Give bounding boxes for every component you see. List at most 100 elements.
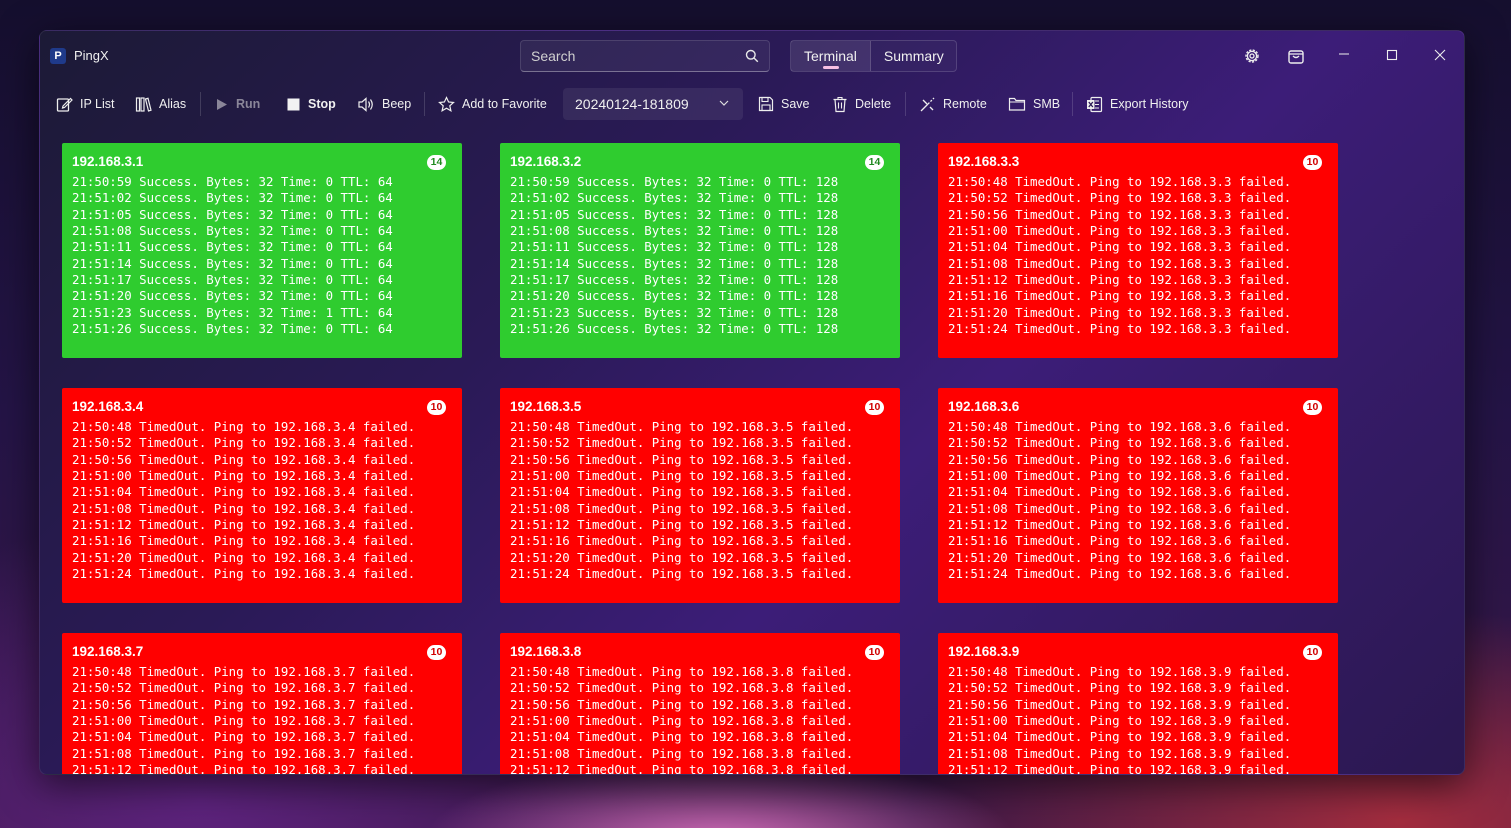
log-line: 21:50:48 TimedOut. Ping to 192.168.3.3 f… <box>948 174 1292 189</box>
log-line: 21:51:08 TimedOut. Ping to 192.168.3.7 f… <box>72 745 416 761</box>
toolbar-separator <box>1072 92 1073 116</box>
chevron-down-icon <box>719 100 729 106</box>
log-line: 21:51:20 TimedOut. Ping to 192.168.3.4 f… <box>72 549 416 565</box>
library-icon <box>135 96 152 112</box>
count-badge: 10 <box>427 645 446 660</box>
ping-card[interactable]: 192.168.3.7 10 21:50:48 TimedOut. Ping to … <box>62 633 462 774</box>
log-line: 21:51:12 TimedOut. Ping to 192.168.3.3 f… <box>948 272 1292 288</box>
log-line: 21:51:20 TimedOut. Ping to 192.168.3.5 f… <box>510 549 854 565</box>
log-line: 21:50:48 TimedOut. Ping to 192.168.3.9 f… <box>948 664 1292 679</box>
log-line: 21:51:08 TimedOut. Ping to 192.168.3.4 f… <box>72 500 416 516</box>
count-badge: 10 <box>427 400 446 415</box>
remote-button[interactable]: Remote <box>919 83 987 125</box>
ping-card[interactable]: 192.168.3.5 10 21:50:48 TimedOut. Ping to … <box>500 388 900 603</box>
alias-label: Alias <box>159 97 187 111</box>
log-line: 21:50:52 TimedOut. Ping to 192.168.3.8 f… <box>510 680 854 696</box>
log-line: 21:50:52 TimedOut. Ping to 192.168.3.7 f… <box>72 680 416 696</box>
ping-card[interactable]: 192.168.3.4 10 21:50:48 TimedOut. Ping to … <box>62 388 462 603</box>
smb-label: SMB <box>1033 97 1061 111</box>
run-button[interactable]: Run <box>214 83 260 125</box>
stop-icon <box>287 98 300 110</box>
star-icon <box>438 95 455 112</box>
log-line: 21:51:00 TimedOut. Ping to 192.168.3.3 f… <box>948 223 1292 239</box>
log-line: 21:51:14 Success. Bytes: 32 Time: 0 TTL:… <box>72 255 393 271</box>
log-line: 21:51:00 TimedOut. Ping to 192.168.3.9 f… <box>948 713 1292 729</box>
log-line: 21:51:00 TimedOut. Ping to 192.168.3.7 f… <box>72 713 416 729</box>
export-history-button[interactable]: Export History <box>1086 83 1189 125</box>
log-line: 21:50:48 TimedOut. Ping to 192.168.3.6 f… <box>948 419 1292 434</box>
log-line: 21:50:56 TimedOut. Ping to 192.168.3.3 f… <box>948 206 1292 222</box>
ping-card[interactable]: 192.168.3.1 14 21:50:59 Success. Bytes: 32… <box>62 143 462 358</box>
log-line: 21:50:52 TimedOut. Ping to 192.168.3.5 f… <box>510 435 854 451</box>
log-line: 21:51:16 TimedOut. Ping to 192.168.3.6 f… <box>948 533 1292 549</box>
card-ip-title: 192.168.3.7 <box>72 644 144 659</box>
search-input[interactable] <box>521 41 769 71</box>
app-logo-icon: P <box>50 48 66 64</box>
log-line: 21:51:20 TimedOut. Ping to 192.168.3.6 f… <box>948 549 1292 565</box>
delete-button[interactable]: Delete <box>832 83 891 125</box>
close-icon[interactable] <box>1429 45 1451 67</box>
title-bar: P PingX Terminal Summary <box>40 31 1464 81</box>
search-icon[interactable] <box>745 49 759 63</box>
ping-card[interactable]: 192.168.3.6 10 21:50:48 TimedOut. Ping to … <box>938 388 1338 603</box>
log-line: 21:51:00 TimedOut. Ping to 192.168.3.4 f… <box>72 468 416 484</box>
log-line: 21:50:56 TimedOut. Ping to 192.168.3.7 f… <box>72 696 416 712</box>
history-dropdown[interactable]: 20240124-181809 <box>563 88 743 120</box>
log-line: 21:51:12 TimedOut. Ping to 192.168.3.5 f… <box>510 517 854 533</box>
smb-button[interactable]: SMB <box>1008 83 1060 125</box>
card-ip-title: 192.168.3.4 <box>72 399 144 414</box>
store-bag-icon[interactable] <box>1285 45 1307 67</box>
card-ip-title: 192.168.3.6 <box>948 399 1020 414</box>
folder-icon <box>1008 97 1026 111</box>
stop-button[interactable]: Stop <box>286 83 336 125</box>
history-selected-value: 20240124-181809 <box>575 96 689 112</box>
log-line: 21:51:02 Success. Bytes: 32 Time: 0 TTL:… <box>510 190 839 206</box>
log-line: 21:51:04 TimedOut. Ping to 192.168.3.6 f… <box>948 484 1292 500</box>
count-badge: 10 <box>1303 155 1322 170</box>
log-line: 21:51:17 Success. Bytes: 32 Time: 0 TTL:… <box>72 272 393 288</box>
log-line: 21:51:05 Success. Bytes: 32 Time: 0 TTL:… <box>510 206 839 222</box>
ping-card[interactable]: 192.168.3.8 10 21:50:48 TimedOut. Ping to … <box>500 633 900 774</box>
card-ip-title: 192.168.3.1 <box>72 154 144 169</box>
minimize-icon[interactable] <box>1333 45 1355 67</box>
log-line: 21:51:02 Success. Bytes: 32 Time: 0 TTL:… <box>72 190 393 206</box>
log-line: 21:50:59 Success. Bytes: 32 Time: 0 TTL:… <box>510 174 839 189</box>
log-line: 21:51:04 TimedOut. Ping to 192.168.3.4 f… <box>72 484 416 500</box>
ping-card[interactable]: 192.168.3.3 10 21:50:48 TimedOut. Ping to … <box>938 143 1338 358</box>
log-line: 21:50:52 TimedOut. Ping to 192.168.3.9 f… <box>948 680 1292 696</box>
ping-card[interactable]: 192.168.3.9 10 21:50:48 TimedOut. Ping to … <box>938 633 1338 774</box>
edit-icon <box>56 97 73 112</box>
log-line: 21:51:20 TimedOut. Ping to 192.168.3.3 f… <box>948 304 1292 320</box>
excel-icon <box>1087 96 1103 112</box>
log-line: 21:51:20 Success. Bytes: 32 Time: 0 TTL:… <box>510 288 839 304</box>
log-line: 21:51:24 TimedOut. Ping to 192.168.3.6 f… <box>948 566 1292 582</box>
log-line: 21:51:05 Success. Bytes: 32 Time: 0 TTL:… <box>72 206 393 222</box>
add-to-favorite-button[interactable]: Add to Favorite <box>438 83 547 125</box>
log-line: 21:51:14 Success. Bytes: 32 Time: 0 TTL:… <box>510 255 839 271</box>
beep-button[interactable]: Beep <box>357 83 411 125</box>
toolbar-separator <box>200 92 201 116</box>
log-line: 21:51:11 Success. Bytes: 32 Time: 0 TTL:… <box>72 239 393 255</box>
save-button[interactable]: Save <box>758 83 810 125</box>
alias-button[interactable]: Alias <box>135 83 186 125</box>
log-line: 21:51:00 TimedOut. Ping to 192.168.3.6 f… <box>948 468 1292 484</box>
settings-gear-icon[interactable] <box>1241 45 1263 67</box>
log-line: 21:50:56 TimedOut. Ping to 192.168.3.5 f… <box>510 451 854 467</box>
log-line: 21:51:26 Success. Bytes: 32 Time: 0 TTL:… <box>72 321 393 337</box>
log-line: 21:50:52 TimedOut. Ping to 192.168.3.3 f… <box>948 190 1292 206</box>
tab-summary[interactable]: Summary <box>871 41 957 71</box>
count-badge: 10 <box>1303 645 1322 660</box>
ip-list-button[interactable]: IP List <box>56 83 115 125</box>
trash-icon <box>833 96 847 112</box>
log-line: 21:50:59 Success. Bytes: 32 Time: 0 TTL:… <box>72 174 393 189</box>
save-label: Save <box>781 97 810 111</box>
log-line: 21:51:12 TimedOut. Ping to 192.168.3.6 f… <box>948 517 1292 533</box>
log-line: 21:50:48 TimedOut. Ping to 192.168.3.4 f… <box>72 419 416 434</box>
log-line: 21:51:23 Success. Bytes: 32 Time: 1 TTL:… <box>72 304 393 320</box>
ping-card[interactable]: 192.168.3.2 14 21:50:59 Success. Bytes: 32… <box>500 143 900 358</box>
search-box[interactable] <box>520 40 770 72</box>
log-line: 21:51:24 TimedOut. Ping to 192.168.3.3 f… <box>948 321 1292 337</box>
maximize-icon[interactable] <box>1381 45 1403 67</box>
tab-terminal[interactable]: Terminal <box>791 41 871 71</box>
log-line: 21:51:08 TimedOut. Ping to 192.168.3.6 f… <box>948 500 1292 516</box>
